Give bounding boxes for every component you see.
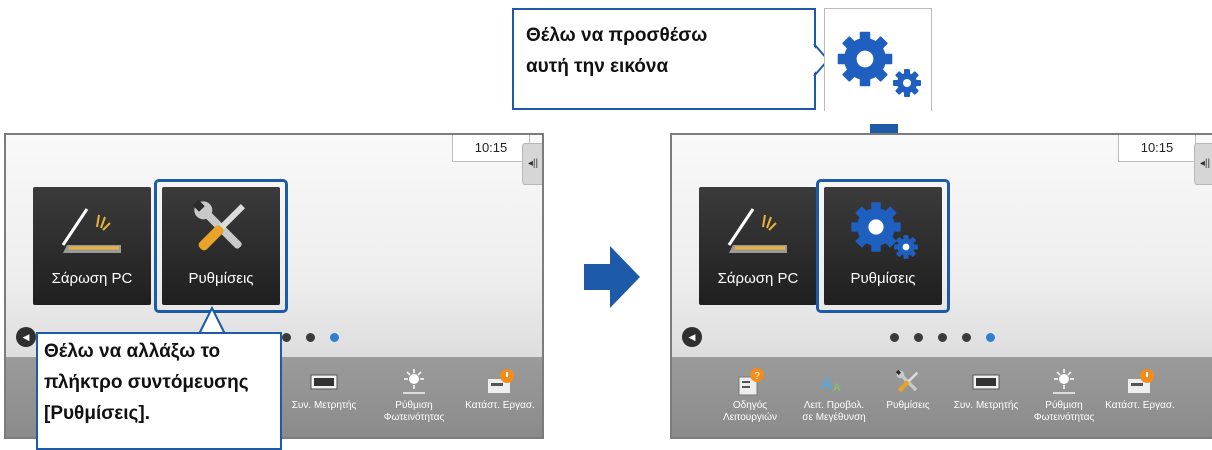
tile-label: Σάρωση PC [717, 270, 799, 287]
new-icon-sample [824, 8, 932, 111]
dock-label: Κατάστ. Εργασ. [1105, 400, 1175, 411]
highlight-frame [154, 179, 288, 313]
tile-scan-pc[interactable]: Σάρωση PC [699, 187, 817, 305]
dock-label: Ρύθμιση Φωτεινότητας [383, 400, 445, 423]
page-dot-active[interactable] [330, 333, 339, 342]
prev-page-button[interactable]: ◀ [682, 327, 702, 347]
dock-item-magnify[interactable]: AA Λειτ. Προβολ. σε Μεγέθυνση [796, 367, 872, 424]
dock-label: Συν. Μετρητής [291, 400, 357, 411]
svg-text:?: ? [754, 371, 760, 382]
top-callout: Θέλω να προσθέσω αυτή την εικόνα [512, 8, 816, 110]
page-dot[interactable] [962, 333, 971, 342]
prev-page-button[interactable]: ◀ [16, 327, 36, 347]
dock-item-settings[interactable]: Ρυθμίσεις [870, 367, 946, 412]
dock-label: Ρύθμιση Φωτεινότητας [1033, 400, 1095, 423]
page-dot[interactable] [914, 333, 923, 342]
screen-after: 10:15 ◂|| Σάρωση PC Ρυθμίσεις ◀ ? Οδηγός… [670, 133, 1212, 439]
page-dot[interactable] [890, 333, 899, 342]
dock-label: Ρυθμίσεις [886, 400, 930, 411]
counter-icon [310, 374, 338, 390]
page-dot[interactable] [282, 333, 291, 342]
bottom-callout: Θέλω να αλλάξω το πλήκτρο συντόμευσης [Ρ… [36, 332, 282, 450]
highlight-frame [816, 179, 950, 313]
tile-scan-pc[interactable]: Σάρωση PC [33, 187, 151, 305]
dock-item-brightness[interactable]: Ρύθμιση Φωτεινότητας [376, 367, 452, 424]
svg-text:A: A [833, 382, 841, 394]
brightness-icon [1053, 369, 1075, 394]
page-dot[interactable] [306, 333, 315, 342]
tile-label: Σάρωση PC [51, 270, 133, 287]
dock-label: Λειτ. Προβολ. σε Μεγέθυνση [802, 400, 866, 423]
guide-icon: ? [738, 368, 764, 396]
side-panel-tab[interactable]: ◂|| [522, 143, 542, 185]
scanner-icon [61, 207, 123, 255]
svg-text:A: A [821, 376, 833, 393]
clock: 10:15 [452, 135, 530, 162]
dock-item-brightness[interactable]: Ρύθμιση Φωτεινότητας [1026, 367, 1102, 424]
scanner-icon [727, 207, 789, 255]
top-callout-text: Θέλω να προσθέσω αυτή την εικόνα [526, 25, 708, 77]
dock-item-guide[interactable]: ? Οδηγός Λειτουργιών [712, 367, 788, 424]
bottom-callout-text: Θέλω να αλλάξω το πλήκτρο συντόμευσης [Ρ… [44, 341, 249, 424]
magnify-mode-icon: AA [821, 376, 841, 394]
brightness-icon [403, 369, 425, 394]
job-status-icon [488, 369, 514, 393]
wrench-screwdriver-icon [894, 368, 919, 393]
dock-label: Συν. Μετρητής [953, 400, 1019, 411]
dock-label: Οδηγός Λειτουργιών [723, 400, 777, 423]
dock-item-job-status[interactable]: Κατάστ. Εργασ. [1102, 367, 1178, 412]
gears-icon [837, 31, 921, 97]
dock-item-counter[interactable]: Συν. Μετρητής [948, 367, 1024, 412]
counter-icon [972, 374, 1000, 390]
dock-label: Κατάστ. Εργασ. [465, 400, 535, 411]
clock: 10:15 [1118, 135, 1196, 162]
job-status-icon [1128, 369, 1154, 393]
side-panel-tab[interactable]: ◂|| [1194, 143, 1212, 185]
dock-item-counter[interactable]: Συν. Μετρητής [286, 367, 362, 412]
dock-item-job-status[interactable]: Κατάστ. Εργασ. [462, 367, 538, 412]
page-dot[interactable] [938, 333, 947, 342]
page-dot-active[interactable] [986, 333, 995, 342]
arrow-right-icon [584, 246, 640, 308]
